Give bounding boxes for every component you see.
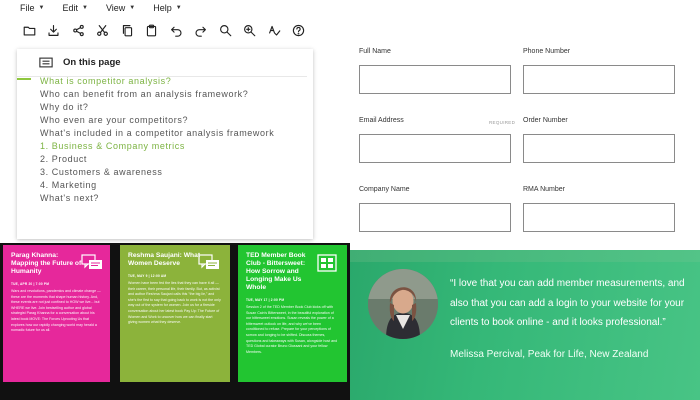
- email-address-field[interactable]: [359, 134, 511, 163]
- active-indicator: [17, 78, 31, 80]
- event-description: Wars and revolutions, pandemics and clim…: [11, 289, 101, 333]
- chat-bubbles-icon: [81, 254, 103, 272]
- toc-item[interactable]: What's included in a competitor analysis…: [40, 128, 290, 139]
- zoom-out-icon: [244, 24, 256, 36]
- event-date: TUE, MAY 17 | 2:00 PM: [246, 298, 285, 302]
- required-indicator: REQUIRED: [489, 120, 516, 125]
- menu-view-label: View: [105, 3, 126, 13]
- copy-button[interactable]: [115, 19, 140, 41]
- phone-number-field[interactable]: [523, 65, 675, 94]
- undo-icon: [170, 26, 182, 37]
- copy-icon: [122, 24, 132, 36]
- toc-item[interactable]: Why do it?: [40, 102, 290, 113]
- testimonial-banner: “I love that you can add member measurem…: [350, 250, 700, 400]
- toc-header: On this page: [39, 57, 121, 68]
- menu-bar: File ▼ Edit ▼ View ▼ Help ▼: [0, 0, 700, 16]
- full-name-field[interactable]: [359, 65, 511, 94]
- toc-item[interactable]: 1. Business & Company metrics: [40, 141, 290, 152]
- event-date: TUE, APR 20 | 7:00 PM: [11, 282, 50, 286]
- zoom-out-button[interactable]: [238, 19, 263, 41]
- rma-number-field[interactable]: [523, 203, 675, 232]
- paste-button[interactable]: [140, 19, 165, 41]
- spell-check-icon: [268, 25, 281, 36]
- toc-item[interactable]: 4. Marketing: [40, 180, 290, 191]
- order-number-field[interactable]: [523, 134, 675, 163]
- toc-item[interactable]: What is competitor analysis?: [40, 76, 290, 87]
- list-icon: [39, 57, 53, 68]
- toc-list: What is competitor analysis? Who can ben…: [40, 76, 290, 207]
- event-title: TED Member Book Club - Bittersweet: How …: [246, 252, 306, 291]
- order-number-label: Order Number: [523, 117, 568, 124]
- toc-item[interactable]: What's next?: [40, 193, 290, 204]
- menu-file[interactable]: File ▼: [20, 3, 44, 13]
- redo-button[interactable]: [189, 19, 214, 41]
- toc-item[interactable]: Who can benefit from an analysis framewo…: [40, 89, 290, 100]
- event-description: Women have been fed the lies that they c…: [128, 281, 221, 325]
- download-button[interactable]: [42, 19, 67, 41]
- email-address-label: Email Address: [359, 117, 404, 124]
- toc-item[interactable]: 3. Customers & awareness: [40, 167, 290, 178]
- spell-check-button[interactable]: [262, 19, 287, 41]
- phone-number-label: Phone Number: [523, 48, 571, 55]
- event-description: Session 2 of the TED Member Book Club ki…: [246, 305, 338, 354]
- menu-help-label: Help: [153, 3, 172, 13]
- table-of-contents: On this page What is competitor analysis…: [17, 49, 313, 239]
- full-name-label: Full Name: [359, 48, 391, 55]
- event-cards: Parag Khanna: Mapping the Future of Huma…: [0, 243, 350, 400]
- event-title: Parag Khanna: Mapping the Future of Huma…: [11, 252, 82, 275]
- rma-number-label: RMA Number: [523, 186, 566, 193]
- menu-file-label: File: [20, 3, 35, 13]
- undo-button[interactable]: [164, 19, 189, 41]
- company-name-label: Company Name: [359, 186, 410, 193]
- company-name-field[interactable]: [359, 203, 511, 232]
- book-icon: [316, 254, 337, 272]
- event-card[interactable]: Reshma Saujani: What Women Deserve TUE, …: [120, 245, 230, 382]
- folder-open-icon: [23, 26, 36, 36]
- menu-edit-label: Edit: [62, 3, 78, 13]
- zoom-in-icon: [219, 24, 232, 36]
- paste-icon: [147, 24, 157, 36]
- zoom-in-button[interactable]: [213, 19, 238, 41]
- toc-item[interactable]: Who even are your competitors?: [40, 115, 290, 126]
- event-date: TUE, MAY 9 | 12:00 AM: [128, 274, 167, 278]
- share-button[interactable]: [66, 19, 91, 41]
- download-icon: [48, 24, 59, 36]
- caret-down-icon: ▼: [175, 5, 182, 11]
- event-title: Reshma Saujani: What Women Deserve: [128, 252, 201, 267]
- toc-item[interactable]: 2. Product: [40, 154, 290, 165]
- toc-title: On this page: [63, 57, 121, 68]
- toolbar: [0, 18, 320, 42]
- caret-down-icon: ▼: [129, 5, 136, 11]
- menu-view[interactable]: View ▼: [106, 3, 135, 13]
- cut-button[interactable]: [91, 19, 116, 41]
- share-icon: [72, 24, 84, 36]
- event-card[interactable]: TED Member Book Club - Bittersweet: How …: [238, 245, 347, 382]
- redo-icon: [195, 26, 207, 37]
- help-icon: [293, 24, 305, 36]
- caret-down-icon: ▼: [81, 5, 88, 11]
- testimonial-quote: “I love that you can add member measurem…: [450, 278, 685, 328]
- caret-down-icon: ▼: [38, 5, 45, 11]
- menu-help[interactable]: Help ▼: [153, 3, 181, 13]
- menu-edit[interactable]: Edit ▼: [62, 3, 87, 13]
- avatar: [368, 269, 438, 339]
- event-card[interactable]: Parag Khanna: Mapping the Future of Huma…: [3, 245, 110, 382]
- cut-icon: [97, 24, 109, 36]
- testimonial-author: Melissa Percival, Peak for Life, New Zea…: [450, 349, 649, 360]
- open-button[interactable]: [17, 19, 42, 41]
- chat-bubbles-icon: [198, 254, 220, 272]
- help-button[interactable]: [287, 19, 312, 41]
